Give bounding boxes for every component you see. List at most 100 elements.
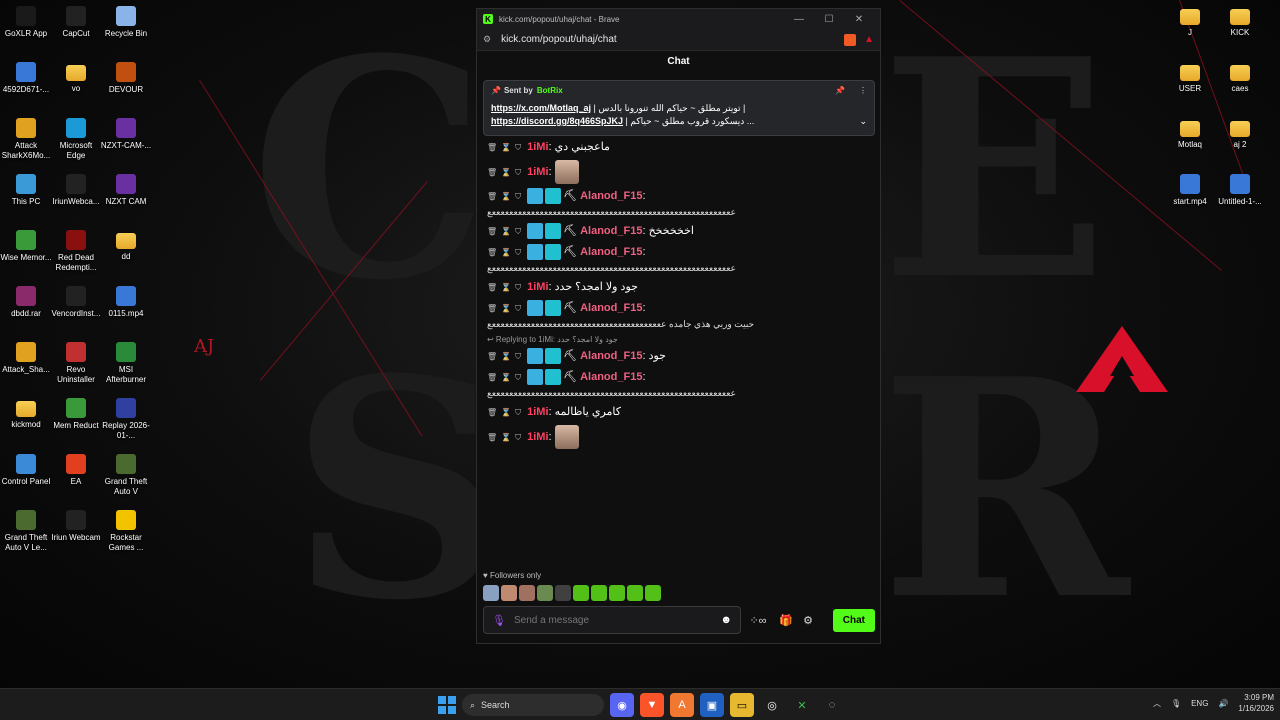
chat-message[interactable]: 🗑⌛⛉ 1iMi: bbox=[483, 158, 875, 186]
emote[interactable] bbox=[573, 585, 589, 601]
desktop-icon[interactable]: Grand Theft Auto V Le... bbox=[0, 510, 52, 553]
chat-username[interactable]: 1iMi bbox=[527, 141, 548, 153]
chat-message[interactable]: 🗑⌛⛉ 1iMi: جود ولا امجد؟ حدد bbox=[483, 277, 875, 298]
chat-message[interactable]: 🗑⌛⛉ ⛏ Alanod_F15: حبيت وربي هذي جامده عععع… bbox=[483, 298, 875, 333]
desktop-icon[interactable]: Replay 2026-01-... bbox=[100, 398, 152, 441]
desktop-icon[interactable]: Control Panel bbox=[0, 454, 52, 487]
send-chat-button[interactable]: Chat bbox=[832, 608, 875, 632]
file-explorer-icon[interactable]: ▭ bbox=[730, 693, 754, 717]
desktop-icon[interactable]: dbdd.rar bbox=[0, 286, 52, 319]
app-store-icon[interactable]: ▣ bbox=[700, 693, 724, 717]
microphone-tray-icon[interactable]: 🎙 bbox=[1171, 699, 1181, 708]
chat-message[interactable]: 🗑⌛⛉ ⛏ Alanod_F15: اخخخخخخ bbox=[483, 221, 875, 242]
desktop-icon[interactable]: start.mp4 bbox=[1164, 174, 1216, 207]
pinned-message[interactable]: 📌 Sent by BotRix 📌 ⋮ https://x.com/Motla… bbox=[483, 80, 875, 136]
emoji-picker-icon[interactable]: ☻ bbox=[720, 614, 732, 626]
desktop-icon[interactable]: Motlaq bbox=[1164, 118, 1216, 150]
desktop-icon[interactable]: VencordInst... bbox=[50, 286, 102, 319]
desktop-icon[interactable]: aj 2 bbox=[1214, 118, 1266, 150]
mod-action-icons[interactable]: 🗑⌛⛉ bbox=[487, 165, 525, 181]
mod-action-icons[interactable]: 🗑⌛⛉ bbox=[487, 349, 525, 365]
desktop-icon[interactable]: CapCut bbox=[50, 6, 102, 39]
desktop-icon[interactable]: 0115.mp4 bbox=[100, 286, 152, 319]
chat-username[interactable]: Alanod_F15 bbox=[580, 225, 642, 237]
reply-context[interactable]: ↩ Replying to 1iMi: جود ولا امجد؟ حدد bbox=[483, 333, 875, 346]
chat-message[interactable]: 🗑⌛⛉ ⛏ Alanod_F15: جود bbox=[483, 346, 875, 367]
emote[interactable] bbox=[519, 585, 535, 601]
app-a-icon[interactable]: A bbox=[670, 693, 694, 717]
mod-action-icons[interactable]: 🗑⌛⛉ bbox=[487, 430, 525, 446]
desktop-icon[interactable]: vo bbox=[50, 62, 102, 94]
kicks-icon[interactable]: ⁘∞ bbox=[747, 614, 769, 627]
mod-action-icons[interactable]: 🗑⌛⛉ bbox=[487, 301, 525, 317]
clock[interactable]: 3:09 PM 1/16/2026 bbox=[1238, 692, 1274, 714]
desktop-icon[interactable]: Microsoft Edge bbox=[50, 118, 102, 161]
minimize-icon[interactable]: — bbox=[784, 14, 814, 25]
language-indicator[interactable]: ENG bbox=[1191, 699, 1208, 708]
desktop-icon[interactable]: 4592D671-... bbox=[0, 62, 52, 95]
chevron-down-icon[interactable]: ⌄ bbox=[859, 115, 867, 128]
chat-username[interactable]: 1iMi bbox=[527, 281, 548, 293]
emote[interactable] bbox=[555, 585, 571, 601]
chat-username[interactable]: 1iMi bbox=[527, 166, 548, 178]
microphone-icon[interactable]: 🎙 bbox=[492, 614, 506, 627]
message-input[interactable] bbox=[513, 614, 721, 626]
desktop-icon[interactable]: KICK bbox=[1214, 6, 1266, 38]
desktop-icon[interactable]: Mem Reduct bbox=[50, 398, 102, 431]
desktop-icon[interactable]: Rockstar Games ... bbox=[100, 510, 152, 553]
desktop-icon[interactable]: Grand Theft Auto V bbox=[100, 454, 152, 497]
gift-icon[interactable]: 🎁 bbox=[775, 614, 797, 627]
emote[interactable] bbox=[501, 585, 517, 601]
excel-icon[interactable]: ✕ bbox=[790, 693, 814, 717]
chat-username[interactable]: Alanod_F15 bbox=[580, 190, 642, 202]
brave-icon[interactable]: ▼ bbox=[640, 693, 664, 717]
desktop-icon[interactable]: dd bbox=[100, 230, 152, 262]
desktop-icon[interactable]: DEVOUR bbox=[100, 62, 152, 95]
desktop-icon[interactable]: caes bbox=[1214, 62, 1266, 94]
desktop-icon[interactable]: MSI Afterburner bbox=[100, 342, 152, 385]
maximize-icon[interactable]: ☐ bbox=[814, 14, 844, 25]
desktop-icon[interactable]: Iriun Webcam bbox=[50, 510, 102, 543]
emote[interactable] bbox=[591, 585, 607, 601]
mod-action-icons[interactable]: 🗑⌛⛉ bbox=[487, 370, 525, 386]
desktop-icon[interactable]: J bbox=[1164, 6, 1216, 38]
pinned-link-x[interactable]: https://x.com/Motlaq_aj bbox=[491, 103, 591, 113]
emote[interactable] bbox=[537, 585, 553, 601]
chat-username[interactable]: Alanod_F15 bbox=[580, 350, 642, 362]
desktop-icon[interactable]: Red Dead Redempti... bbox=[50, 230, 102, 273]
desktop-icon[interactable]: Recycle Bin bbox=[100, 6, 152, 39]
desktop-icon[interactable]: GoXLR App bbox=[0, 6, 52, 39]
brave-rewards-icon[interactable]: ▲ bbox=[864, 34, 874, 45]
desktop-icon[interactable]: EA bbox=[50, 454, 102, 487]
mod-action-icons[interactable]: 🗑⌛⛉ bbox=[487, 280, 525, 296]
desktop-icon[interactable]: Wise Memor... bbox=[0, 230, 52, 263]
chat-username[interactable]: Alanod_F15 bbox=[580, 302, 642, 314]
emote[interactable] bbox=[627, 585, 643, 601]
steam-icon[interactable]: ◌ bbox=[820, 693, 844, 717]
more-options-icon[interactable]: ⋮ bbox=[859, 86, 867, 95]
emote[interactable] bbox=[609, 585, 625, 601]
close-icon[interactable]: ✕ bbox=[844, 14, 874, 25]
chat-message[interactable]: 🗑⌛⛉ ⛏ Alanod_F15: عععععععععععععععععععععععع… bbox=[483, 242, 875, 277]
chat-message[interactable]: 🗑⌛⛉ ⛏ Alanod_F15: عععععععععععععععععععععععع… bbox=[483, 367, 875, 402]
desktop-icon[interactable]: kickmod bbox=[0, 398, 52, 430]
tray-chevron-icon[interactable]: ︿ bbox=[1153, 698, 1161, 709]
unpin-icon[interactable]: 📌 bbox=[835, 86, 845, 95]
chat-message[interactable]: 🗑⌛⛉ 1iMi: ماعجبني دي bbox=[483, 137, 875, 158]
emote[interactable] bbox=[483, 585, 499, 601]
mod-action-icons[interactable]: 🗑⌛⛉ bbox=[487, 189, 525, 205]
url-text[interactable]: kick.com/popout/uhaj/chat bbox=[501, 34, 844, 45]
emote[interactable] bbox=[645, 585, 661, 601]
mod-action-icons[interactable]: 🗑⌛⛉ bbox=[487, 405, 525, 421]
chat-username[interactable]: 1iMi bbox=[527, 406, 548, 418]
discord-icon[interactable]: ◉ bbox=[610, 693, 634, 717]
chat-message[interactable]: 🗑⌛⛉ 1iMi: bbox=[483, 423, 875, 451]
chat-message[interactable]: 🗑⌛⛉ 1iMi: كامري ياظالمه bbox=[483, 402, 875, 423]
chat-username[interactable]: 1iMi bbox=[527, 431, 548, 443]
brave-shields-icon[interactable] bbox=[844, 33, 857, 46]
chat-username[interactable]: Alanod_F15 bbox=[580, 371, 642, 383]
mod-action-icons[interactable]: 🗑⌛⛉ bbox=[487, 245, 525, 261]
desktop-icon[interactable]: This PC bbox=[0, 174, 52, 207]
desktop-icon[interactable]: Revo Uninstaller bbox=[50, 342, 102, 385]
desktop-icon[interactable]: NZXT-CAM-... bbox=[100, 118, 152, 151]
